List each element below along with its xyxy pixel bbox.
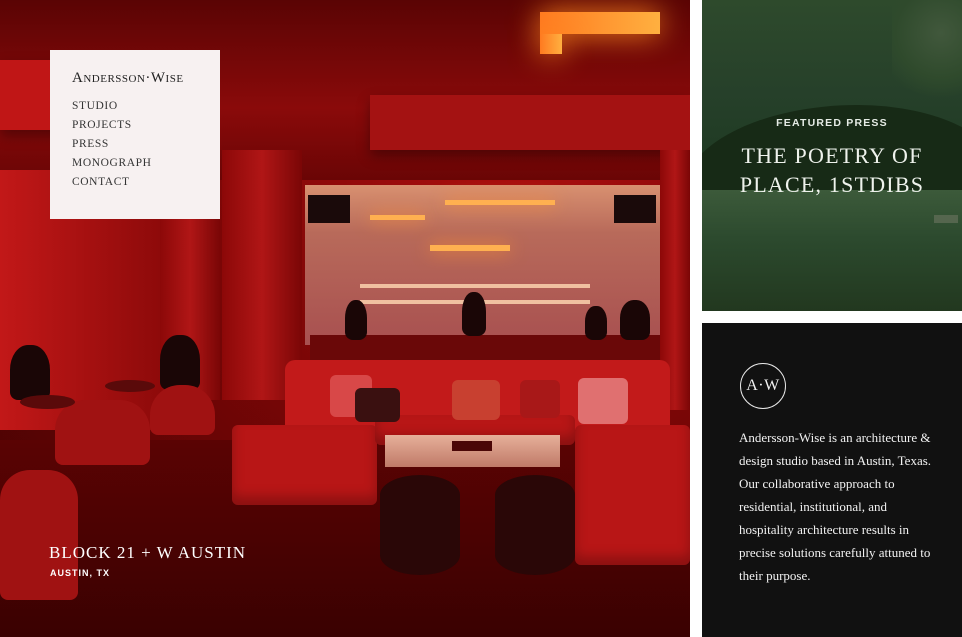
about-panel: A·W Andersson-Wise is an architecture & … bbox=[702, 323, 962, 637]
nav-item-projects[interactable]: PROJECTS bbox=[72, 116, 152, 135]
side-table bbox=[20, 395, 75, 409]
coffee-table bbox=[385, 435, 560, 467]
ottoman bbox=[380, 475, 460, 575]
side-table bbox=[105, 380, 155, 392]
bar-light bbox=[430, 245, 510, 251]
ceiling-panel bbox=[370, 95, 690, 150]
about-description: Andersson-Wise is an architecture & desi… bbox=[739, 430, 932, 583]
featured-press-title-line: THE POETRY OF bbox=[741, 143, 923, 168]
project-title[interactable]: BLOCK 21 + W AUSTIN bbox=[49, 543, 246, 563]
pillow bbox=[578, 378, 628, 424]
featured-press-label: FEATURED PRESS bbox=[776, 117, 888, 129]
nav-item-contact[interactable]: CONTACT bbox=[72, 173, 152, 192]
ceiling-light bbox=[540, 34, 562, 54]
person bbox=[462, 292, 486, 336]
nav-item-press[interactable]: PRESS bbox=[72, 135, 152, 154]
pillow bbox=[355, 388, 400, 422]
featured-press-title-line: PLACE, 1STDIBS bbox=[739, 172, 925, 197]
nav-item-monograph[interactable]: MONOGRAPH bbox=[72, 154, 152, 173]
person bbox=[345, 300, 367, 340]
person bbox=[620, 300, 650, 340]
person bbox=[160, 335, 200, 390]
tree-silhouette bbox=[892, 0, 962, 110]
pillow bbox=[452, 380, 500, 420]
bar-shelf bbox=[360, 284, 590, 288]
ceiling-light bbox=[540, 12, 660, 34]
lake-water bbox=[702, 190, 962, 311]
speaker bbox=[308, 195, 350, 223]
nav-item-studio[interactable]: STUDIO bbox=[72, 97, 152, 116]
project-location: AUSTIN, TX bbox=[50, 568, 111, 578]
person bbox=[585, 306, 607, 340]
main-nav: STUDIO PROJECTS PRESS MONOGRAPH CONTACT bbox=[72, 97, 152, 192]
featured-press-title[interactable]: THE POETRY OF PLACE, 1STDIBS bbox=[702, 141, 962, 199]
dock bbox=[934, 215, 958, 223]
featured-press-panel[interactable]: FEATURED PRESS THE POETRY OF PLACE, 1STD… bbox=[702, 0, 962, 311]
speaker bbox=[614, 195, 656, 223]
aw-logo-icon: A·W bbox=[740, 363, 786, 409]
armchair bbox=[55, 400, 150, 465]
nav-box: Andersson·Wise STUDIO PROJECTS PRESS MON… bbox=[50, 50, 220, 219]
ottoman bbox=[495, 475, 575, 575]
sofa-section bbox=[232, 425, 377, 505]
armchair bbox=[0, 470, 78, 600]
pillow bbox=[520, 380, 560, 418]
armchair bbox=[150, 385, 215, 435]
bar-light bbox=[370, 215, 425, 220]
aw-logo-text: A·W bbox=[746, 377, 780, 394]
person bbox=[10, 345, 50, 400]
brand-logo[interactable]: Andersson·Wise bbox=[72, 70, 184, 87]
bar-light bbox=[445, 200, 555, 205]
book bbox=[452, 441, 492, 451]
sofa-section bbox=[575, 425, 690, 565]
